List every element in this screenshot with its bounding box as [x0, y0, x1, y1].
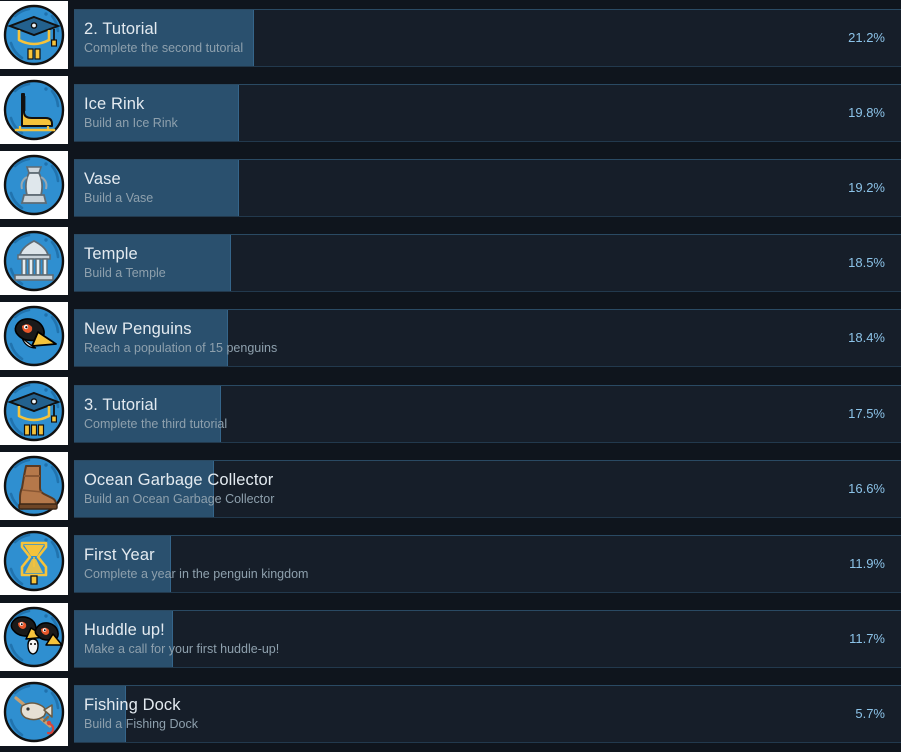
achievement-progress-track: 2. Tutorial Complete the second tutorial 2…: [74, 8, 901, 67]
achievement-row[interactable]: New Penguins Reach a population of 15 pen…: [0, 300, 901, 376]
achievement-progress-track: Fishing Dock Build a Fishing Dock 5.7%: [74, 685, 901, 744]
achievement-row[interactable]: Fishing Dock Build a Fishing Dock 5.7%: [0, 676, 901, 752]
achievement-progress-track: New Penguins Reach a population of 15 pen…: [74, 309, 901, 368]
achievement-percent-cell: 5.7%: [805, 686, 901, 742]
achievement-percent-cell: 19.8%: [805, 85, 901, 141]
achievement-progress-cell: New Penguins Reach a population of 15 pen…: [68, 301, 901, 376]
achievement-icon-cell: [0, 527, 68, 596]
achievement-percent: 21.2%: [848, 29, 885, 45]
achievement-list: 2. Tutorial Complete the second tutorial 2…: [0, 0, 901, 752]
achievement-icon-cell: [0, 1, 68, 69]
achievement-progress-track: First Year Complete a year in the penguin…: [74, 534, 901, 593]
achievement-row[interactable]: First Year Complete a year in the penguin…: [0, 526, 901, 602]
achievement-percent: 18.5%: [848, 255, 885, 271]
achievement-progress-track: Temple Build a Temple 18.5%: [74, 234, 901, 293]
achievement-row[interactable]: 3. Tutorial Complete the third tutorial 17…: [0, 375, 901, 452]
achievement-row[interactable]: Vase Build a Vase 19.2%: [0, 150, 901, 226]
achievement-progress-fill: [74, 385, 221, 442]
achievement-percent: 18.4%: [848, 330, 885, 346]
achievement-percent-cell: 18.4%: [805, 310, 901, 366]
achievement-row[interactable]: Ice Rink Build an Ice Rink 19.8%: [0, 75, 901, 151]
achievement-progress-fill: [74, 535, 171, 592]
achievement-progress-fill: [74, 686, 126, 743]
achievement-icon-cell: [0, 602, 68, 671]
achievement-progress-track: Huddle up! Make a call for your first hud…: [74, 610, 901, 669]
achievement-percent: 17.5%: [848, 405, 885, 421]
achievement-progress-cell: Vase Build a Vase 19.2%: [68, 150, 901, 225]
achievement-progress-fill: [74, 460, 214, 517]
achievement-percent-cell: 21.2%: [805, 10, 901, 66]
achievement-percent-cell: 16.6%: [805, 461, 901, 517]
achievement-progress-cell: Ocean Garbage Collector Build an Ocean Ga…: [68, 451, 901, 526]
achievement-progress-track: Ocean Garbage Collector Build an Ocean Ga…: [74, 459, 901, 518]
achievement-progress-fill: [74, 611, 173, 668]
achievement-progress-cell: Fishing Dock Build a Fishing Dock 5.7%: [68, 677, 901, 752]
achievement-progress-cell: First Year Complete a year in the penguin…: [68, 526, 901, 601]
achievement-percent-cell: 19.2%: [805, 160, 901, 216]
achievement-percent: 16.6%: [848, 480, 885, 496]
boot-icon: [2, 454, 66, 518]
achievement-percent: 11.9%: [849, 555, 885, 571]
achievement-icon-cell: [0, 76, 68, 145]
achievement-row[interactable]: Ocean Garbage Collector Build an Ocean Ga…: [0, 451, 901, 527]
achievement-progress-track: 3. Tutorial Complete the third tutorial 17…: [74, 384, 901, 443]
achievement-icon-cell: [0, 376, 68, 445]
penguin-head-icon: [2, 304, 66, 368]
graduation-cap-two-icon: [2, 3, 66, 67]
achievement-progress-fill: [74, 310, 228, 367]
achievement-progress-cell: Ice Rink Build an Ice Rink 19.8%: [68, 75, 901, 150]
achievement-percent: 19.8%: [848, 104, 885, 120]
achievement-row[interactable]: 2. Tutorial Complete the second tutorial 2…: [0, 0, 901, 76]
achievement-progress-cell: Huddle up! Make a call for your first hud…: [68, 602, 901, 677]
achievement-progress-cell: 3. Tutorial Complete the third tutorial 17…: [68, 376, 901, 451]
achievement-percent: 5.7%: [855, 706, 885, 722]
achievement-row[interactable]: Huddle up! Make a call for your first hud…: [0, 601, 901, 677]
ice-skate-icon: [2, 78, 66, 142]
achievement-progress-cell: Temple Build a Temple 18.5%: [68, 226, 901, 301]
achievement-progress-track: Vase Build a Vase 19.2%: [74, 158, 901, 217]
graduation-cap-three-icon: [2, 379, 66, 443]
achievement-icon-cell: [0, 151, 68, 220]
achievement-percent: 11.7%: [849, 631, 885, 647]
achievement-row[interactable]: Temple Build a Temple 18.5%: [0, 225, 901, 301]
vase-icon: [2, 153, 66, 217]
achievement-progress-fill: [74, 159, 239, 216]
temple-icon: [2, 229, 66, 293]
achievement-icon-cell: [0, 301, 68, 370]
achievement-progress-fill: [74, 84, 239, 141]
achievement-percent: 19.2%: [848, 179, 885, 195]
achievement-icon-cell: [0, 452, 68, 521]
two-penguins-icon: [2, 605, 66, 669]
achievement-icon-cell: [0, 677, 68, 746]
achievement-progress-track: Ice Rink Build an Ice Rink 19.8%: [74, 83, 901, 142]
achievement-percent-cell: 11.7%: [805, 611, 901, 667]
achievement-progress-fill: [74, 235, 231, 292]
fishing-rod-icon: [2, 680, 66, 744]
hourglass-icon: [2, 529, 66, 593]
achievement-percent-cell: 11.9%: [805, 536, 901, 592]
achievement-percent-cell: 18.5%: [805, 235, 901, 291]
achievement-percent-cell: 17.5%: [805, 386, 901, 442]
achievement-icon-cell: [0, 226, 68, 295]
achievement-progress-fill: [74, 9, 254, 66]
achievement-progress-cell: 2. Tutorial Complete the second tutorial 2…: [68, 0, 901, 75]
